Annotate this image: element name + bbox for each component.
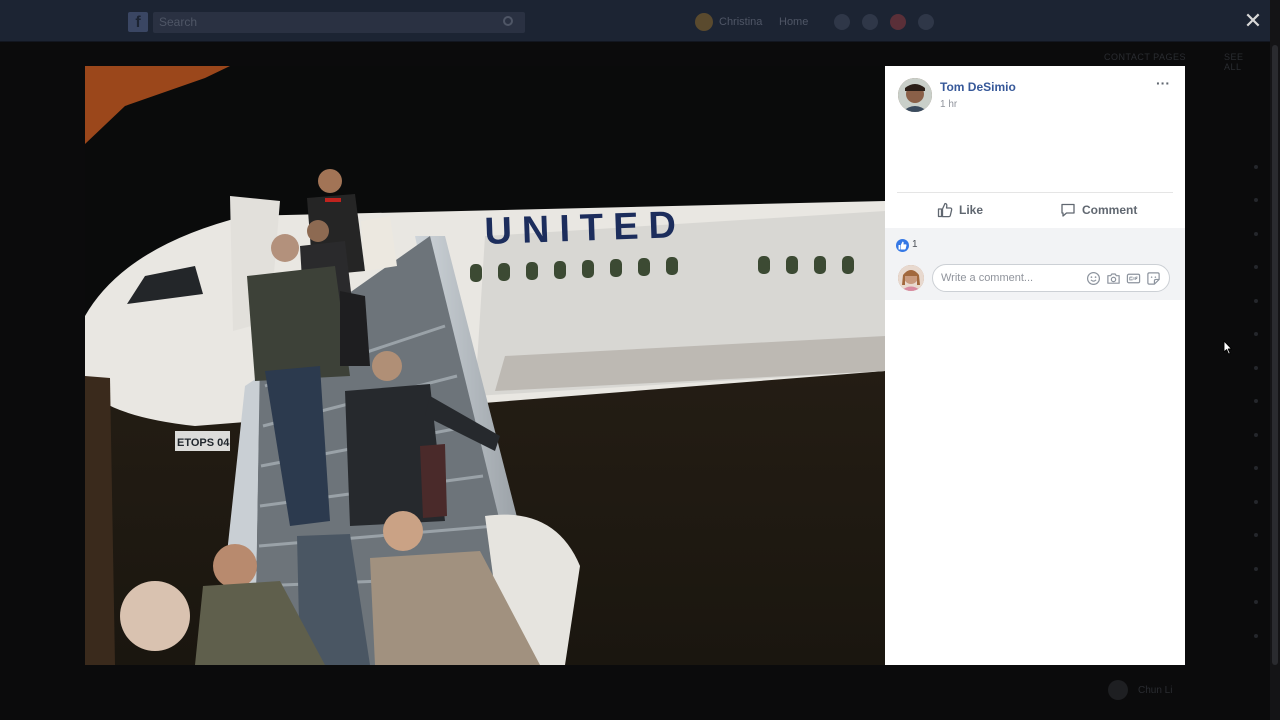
commenter-avatar-image — [898, 265, 924, 291]
contact-row — [1188, 418, 1268, 452]
contact-row — [1188, 284, 1268, 318]
page-scrollbar[interactable] — [1270, 0, 1280, 720]
etops-marking-text: ETOPS 04 — [177, 437, 230, 449]
speech-bubble-icon — [1061, 203, 1075, 217]
help-icon — [918, 14, 934, 30]
like-count[interactable]: 1 — [912, 239, 918, 250]
comment-field[interactable] — [932, 264, 1170, 292]
search-icon — [503, 16, 513, 26]
like-button[interactable]: Like — [937, 200, 983, 220]
smiley-icon[interactable] — [1086, 271, 1101, 286]
background-user-avatar — [695, 13, 713, 31]
comment-button[interactable]: Comment — [1060, 200, 1137, 220]
contact-row — [1188, 519, 1268, 553]
comment-input[interactable] — [941, 265, 1089, 291]
background-top-bar: f Search Christina Home — [0, 0, 1280, 42]
contact-row — [1188, 619, 1268, 653]
contact-row — [1188, 184, 1268, 218]
see-all-label: SEE ALL — [1224, 52, 1244, 72]
commenter-avatar — [898, 265, 924, 291]
gif-icon[interactable] — [1126, 271, 1141, 286]
background-search-placeholder: Search — [159, 15, 198, 29]
contacts-header-label: CONTACT PAGES — [1104, 52, 1187, 62]
messages-icon — [862, 14, 878, 30]
background-contacts-list — [1188, 150, 1268, 653]
contact-row — [1188, 150, 1268, 184]
contact-row — [1188, 586, 1268, 620]
author-name-link[interactable]: Tom DeSimio — [940, 80, 1016, 94]
background-nav-icons — [834, 14, 934, 30]
divider — [897, 192, 1173, 193]
background-chat-user: Chun Li — [1108, 680, 1172, 700]
contact-row — [1188, 217, 1268, 251]
comment-label: Comment — [1082, 203, 1138, 217]
camera-icon[interactable] — [1106, 271, 1121, 286]
sticker-icon[interactable] — [1146, 271, 1161, 286]
notifications-icon — [890, 14, 906, 30]
reactions-and-comments: 1 — [885, 228, 1185, 300]
scrollbar-thumb[interactable] — [1272, 45, 1278, 665]
chat-user-name: Chun Li — [1138, 684, 1173, 696]
chat-user-avatar — [1108, 680, 1128, 700]
photo-illustration: UNITED ETOPS 04 — [85, 66, 885, 665]
mouse-cursor-icon — [1223, 340, 1233, 355]
background-user-name: Christina — [719, 16, 763, 28]
airline-livery-text: UNITED — [484, 204, 687, 253]
post-timestamp[interactable]: 1 hr — [940, 99, 957, 110]
like-label: Like — [959, 203, 984, 217]
background-contacts-header: CONTACT PAGES SEE ALL — [1104, 52, 1243, 72]
comment-tools — [1086, 271, 1161, 286]
background-user: Christina — [695, 12, 762, 32]
contact-row — [1188, 485, 1268, 519]
contact-row — [1188, 251, 1268, 285]
friend-requests-icon — [834, 14, 850, 30]
like-reaction-icon[interactable] — [896, 239, 909, 252]
contact-row — [1188, 552, 1268, 586]
contact-row — [1188, 385, 1268, 419]
close-viewer-button[interactable]: ✕ — [1240, 8, 1266, 34]
background-home-link: Home — [779, 16, 809, 28]
contact-row — [1188, 351, 1268, 385]
author-avatar-image — [898, 78, 932, 112]
post-side-panel: Tom DeSimio 1 hr ··· Like Comment 1 — [885, 66, 1185, 665]
post-photo[interactable]: UNITED ETOPS 04 — [85, 66, 885, 665]
author-avatar[interactable] — [898, 78, 932, 112]
post-options-button[interactable]: ··· — [1153, 76, 1173, 94]
thumbs-up-icon — [937, 202, 953, 218]
facebook-logo-icon: f — [128, 12, 148, 32]
contact-row — [1188, 452, 1268, 486]
background-search-field: Search — [153, 12, 525, 33]
